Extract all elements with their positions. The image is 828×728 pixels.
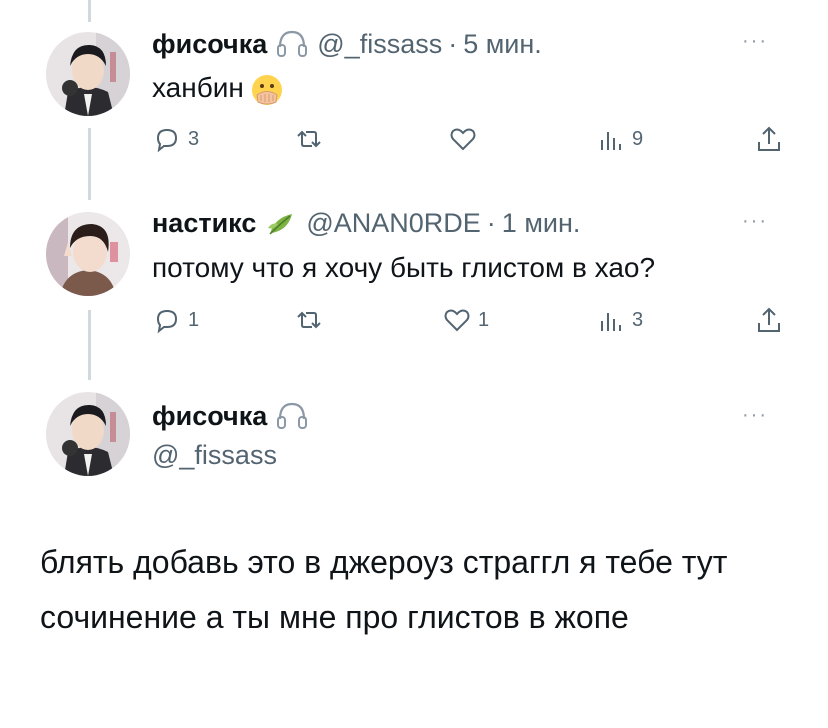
heart-icon <box>444 309 470 332</box>
tweet-header: настикс @ANAN0RDE · 1 мин. <box>152 205 580 241</box>
more-options-icon[interactable]: ··· <box>742 210 768 233</box>
tweet-text: потому что я хочу быть глистом в хао? <box>152 252 656 283</box>
thread-line <box>88 0 91 22</box>
thread-line <box>88 128 91 200</box>
share-icon <box>758 307 780 332</box>
herb-leaf-icon <box>264 208 298 238</box>
user-handle[interactable]: @_fissass <box>152 440 277 471</box>
face-hand-over-mouth-emoji <box>250 73 284 107</box>
share-icon <box>758 126 780 151</box>
like-count: 1 <box>478 308 490 331</box>
avatar[interactable] <box>46 32 130 116</box>
separator: · <box>448 28 458 59</box>
retweet-button[interactable] <box>294 305 324 335</box>
analytics-icon <box>601 313 621 331</box>
airpods-max-icon <box>275 401 309 431</box>
share-button[interactable] <box>754 124 784 154</box>
more-options-icon[interactable]: ··· <box>742 404 768 427</box>
tweet-text-content: ханбин <box>152 72 244 103</box>
tweet-text: ханбин <box>152 72 284 107</box>
display-name[interactable]: фисочка <box>152 401 267 432</box>
separator: · <box>486 207 496 238</box>
avatar[interactable] <box>46 392 130 476</box>
reply-icon <box>156 309 178 334</box>
main-tweet-header: фисочка <box>152 398 317 434</box>
views-button[interactable]: 9 <box>596 124 643 154</box>
analytics-icon <box>601 132 621 150</box>
heart-icon <box>450 128 476 151</box>
timestamp[interactable]: 5 мин. <box>463 29 542 60</box>
retweet-icon <box>297 130 321 148</box>
user-handle[interactable]: @_fissass <box>317 29 442 60</box>
main-tweet-text: блять добавь это в джероуз страггл я теб… <box>40 544 728 635</box>
reply-button[interactable]: 1 <box>152 305 199 335</box>
reply-count: 3 <box>188 127 200 150</box>
user-handle[interactable]: @ANAN0RDE <box>306 208 480 239</box>
reply-count: 1 <box>188 308 200 331</box>
retweet-button[interactable] <box>294 124 324 154</box>
reply-button[interactable]: 3 <box>152 124 199 154</box>
airpods-max-icon <box>275 29 309 59</box>
reply-icon <box>156 128 178 153</box>
display-name[interactable]: фисочка <box>152 29 267 60</box>
thread-line <box>88 310 91 380</box>
views-button[interactable]: 3 <box>596 305 643 335</box>
share-button[interactable] <box>754 305 784 335</box>
timestamp[interactable]: 1 мин. <box>502 208 581 239</box>
retweet-icon <box>297 311 321 329</box>
view-count: 3 <box>632 308 644 331</box>
like-button[interactable] <box>448 124 478 154</box>
more-options-icon[interactable]: ··· <box>742 30 768 53</box>
avatar[interactable] <box>46 212 130 296</box>
tweet-actions: 3 9 <box>152 124 792 158</box>
like-button[interactable]: 1 <box>442 305 489 335</box>
tweet-header: фисочка @_fissass · 5 мин. <box>152 26 542 62</box>
tweet-actions: 1 1 3 <box>152 305 792 339</box>
view-count: 9 <box>632 127 644 150</box>
display-name[interactable]: настикс <box>152 208 256 239</box>
